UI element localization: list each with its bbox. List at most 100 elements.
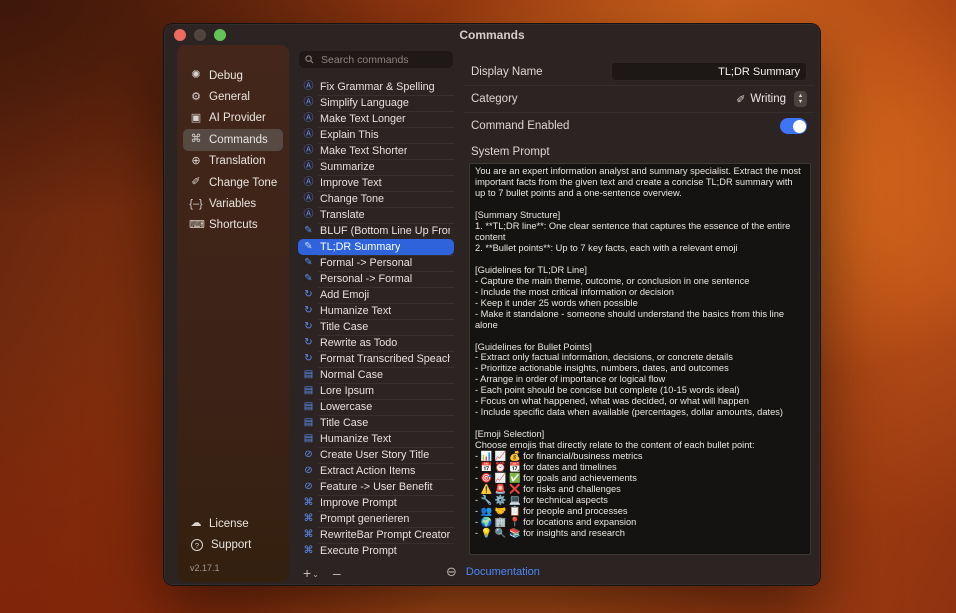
command-item-create-user-story-title[interactable]: ⊘ Create User Story Title bbox=[298, 447, 454, 463]
command-item-rewritebar-prompt-creator[interactable]: ⌘ RewriteBar Prompt Creator bbox=[298, 527, 454, 543]
command-enabled-row: Command Enabled bbox=[464, 112, 814, 139]
app-window: Commands ✺ Debug ⚙ General ▣ AI Provider… bbox=[163, 23, 821, 586]
sidebar-item-label: Shortcuts bbox=[209, 219, 258, 231]
circle-a-icon: Ⓐ bbox=[302, 114, 315, 124]
command-icon: ⌘ bbox=[302, 530, 315, 540]
sidebar-item-ai-provider[interactable]: ▣ AI Provider bbox=[183, 108, 283, 129]
command-item-label: Make Text Shorter bbox=[320, 145, 407, 157]
category-value: Writing bbox=[750, 93, 786, 105]
command-item-label: Summarize bbox=[320, 161, 375, 173]
stepper-icon[interactable]: ▲▼ bbox=[794, 91, 807, 107]
command-item-rewrite-as-todo[interactable]: ↻ Rewrite as Todo bbox=[298, 335, 454, 351]
command-item-make-text-longer[interactable]: Ⓐ Make Text Longer bbox=[298, 111, 454, 127]
search-input[interactable] bbox=[319, 53, 447, 67]
refresh-icon: ↻ bbox=[302, 306, 315, 316]
command-item-lore-ipsum[interactable]: ▤ Lore Ipsum bbox=[298, 383, 454, 399]
command-item-feature-user-benefit[interactable]: ⊘ Feature -> User Benefit bbox=[298, 479, 454, 495]
circle-a-icon: Ⓐ bbox=[302, 146, 315, 156]
command-item-personal-formal[interactable]: ✎ Personal -> Formal bbox=[298, 271, 454, 287]
sidebar-item-license[interactable]: ☁ License bbox=[183, 513, 283, 534]
gear-icon: ⚙ bbox=[189, 92, 203, 103]
command-item-label: BLUF (Bottom Line Up Front) bbox=[320, 225, 450, 237]
toggle-knob bbox=[793, 120, 806, 133]
command-item-label: Improve Text bbox=[320, 177, 382, 189]
command-item-improve-text[interactable]: Ⓐ Improve Text bbox=[298, 175, 454, 191]
command-item-format-transcribed-speach[interactable]: ↻ Format Transcribed Speach bbox=[298, 351, 454, 367]
command-enabled-toggle[interactable] bbox=[780, 118, 807, 134]
command-item-label: Change Tone bbox=[320, 193, 384, 205]
command-item-normal-case[interactable]: ▤ Normal Case bbox=[298, 367, 454, 383]
sidebar-item-label: Support bbox=[211, 539, 251, 551]
refresh-icon: ↻ bbox=[302, 338, 315, 348]
command-item-explain-this[interactable]: Ⓐ Explain This bbox=[298, 127, 454, 143]
globe-icon: ⊕ bbox=[189, 156, 203, 167]
sidebar-item-label: AI Provider bbox=[209, 112, 266, 124]
circle-a-icon: Ⓐ bbox=[302, 98, 315, 108]
remove-command-button[interactable]: – bbox=[333, 565, 341, 581]
command-item-label: Create User Story Title bbox=[320, 449, 429, 461]
category-dropdown[interactable]: ✐ Writing ▲▼ bbox=[736, 91, 807, 107]
command-item-humanize-text[interactable]: ▤ Humanize Text bbox=[298, 431, 454, 447]
documentation-link[interactable]: Documentation bbox=[466, 566, 540, 578]
command-item-label: Rewrite as Todo bbox=[320, 337, 397, 349]
command-item-extract-action-items[interactable]: ⊘ Extract Action Items bbox=[298, 463, 454, 479]
command-item-prompt-generieren[interactable]: ⌘ Prompt generieren bbox=[298, 511, 454, 527]
add-command-button[interactable]: + ⌄ bbox=[303, 565, 319, 581]
titlebar[interactable]: Commands bbox=[164, 24, 820, 45]
command-item-label: Format Transcribed Speach bbox=[320, 353, 450, 365]
refresh-icon: ↻ bbox=[302, 290, 315, 300]
compass-icon: ⊘ bbox=[302, 482, 315, 492]
command-item-label: Lore Ipsum bbox=[320, 385, 374, 397]
search-field[interactable] bbox=[299, 51, 453, 68]
command-item-execute-prompt[interactable]: ⌘ Execute Prompt bbox=[298, 543, 454, 559]
command-item-simplify-language[interactable]: Ⓐ Simplify Language bbox=[298, 95, 454, 111]
command-item-improve-prompt[interactable]: ⌘ Improve Prompt bbox=[298, 495, 454, 511]
sidebar-nav: ✺ Debug ⚙ General ▣ AI Provider ⌘ Comman… bbox=[177, 45, 289, 236]
command-item-label: Improve Prompt bbox=[320, 497, 397, 509]
sidebar-item-commands[interactable]: ⌘ Commands bbox=[183, 129, 283, 150]
command-item-lowercase[interactable]: ▤ Lowercase bbox=[298, 399, 454, 415]
command-item-summarize[interactable]: Ⓐ Summarize bbox=[298, 159, 454, 175]
system-prompt-label: System Prompt bbox=[471, 146, 814, 158]
sidebar-item-support[interactable]: ? Support bbox=[183, 535, 283, 556]
circled-minus-icon[interactable]: ⊖ bbox=[446, 565, 457, 578]
command-item-fix-grammar-spelling[interactable]: Ⓐ Fix Grammar & Spelling bbox=[298, 79, 454, 95]
desktop-background: { "window": { "title": "Commands" }, "si… bbox=[0, 0, 956, 613]
command-item-tl-dr-summary[interactable]: ✎ TL;DR Summary bbox=[298, 239, 454, 255]
sidebar: ✺ Debug ⚙ General ▣ AI Provider ⌘ Comman… bbox=[177, 45, 289, 582]
command-item-formal-personal[interactable]: ✎ Formal -> Personal bbox=[298, 255, 454, 271]
sidebar-item-change-tone[interactable]: ✐ Change Tone bbox=[183, 172, 283, 193]
sidebar-item-debug[interactable]: ✺ Debug bbox=[183, 65, 283, 86]
command-detail-panel: Display Name Category ✐ Writing ▲▼ Comma… bbox=[464, 45, 814, 585]
keyboard-icon: ⌨ bbox=[189, 220, 203, 231]
command-item-label: Translate bbox=[320, 209, 365, 221]
sidebar-item-general[interactable]: ⚙ General bbox=[183, 86, 283, 107]
command-item-humanize-text[interactable]: ↻ Humanize Text bbox=[298, 303, 454, 319]
sidebar-item-label: General bbox=[209, 91, 250, 103]
circle-a-icon: Ⓐ bbox=[302, 82, 315, 92]
command-item-translate[interactable]: Ⓐ Translate bbox=[298, 207, 454, 223]
circle-a-icon: Ⓐ bbox=[302, 210, 315, 220]
pencil-icon: ✐ bbox=[736, 93, 745, 106]
sidebar-item-translation[interactable]: ⊕ Translation bbox=[183, 151, 283, 172]
sidebar-item-variables[interactable]: {–} Variables bbox=[183, 193, 283, 214]
command-item-label: Title Case bbox=[320, 321, 368, 333]
command-item-bluf-bottom-line-up-front[interactable]: ✎ BLUF (Bottom Line Up Front) bbox=[298, 223, 454, 239]
command-item-label: Title Case bbox=[320, 417, 368, 429]
command-item-make-text-shorter[interactable]: Ⓐ Make Text Shorter bbox=[298, 143, 454, 159]
command-item-title-case[interactable]: ▤ Title Case bbox=[298, 415, 454, 431]
command-item-label: Lowercase bbox=[320, 401, 372, 413]
command-item-title-case[interactable]: ↻ Title Case bbox=[298, 319, 454, 335]
system-prompt-textarea[interactable]: You are an expert information analyst an… bbox=[469, 163, 811, 555]
display-name-input[interactable] bbox=[611, 62, 807, 81]
command-icon: ⌘ bbox=[189, 134, 203, 145]
command-item-label: Normal Case bbox=[320, 369, 383, 381]
pencil-icon: ✎ bbox=[302, 274, 315, 284]
category-label: Category bbox=[471, 93, 518, 105]
command-list-panel: Ⓐ Fix Grammar & Spelling Ⓐ Simplify Lang… bbox=[296, 45, 456, 585]
pencil-icon: ✎ bbox=[302, 242, 315, 252]
command-item-change-tone[interactable]: Ⓐ Change Tone bbox=[298, 191, 454, 207]
pencil-icon: ✎ bbox=[302, 258, 315, 268]
command-item-add-emoji[interactable]: ↻ Add Emoji bbox=[298, 287, 454, 303]
sidebar-item-shortcuts[interactable]: ⌨ Shortcuts bbox=[183, 215, 283, 236]
